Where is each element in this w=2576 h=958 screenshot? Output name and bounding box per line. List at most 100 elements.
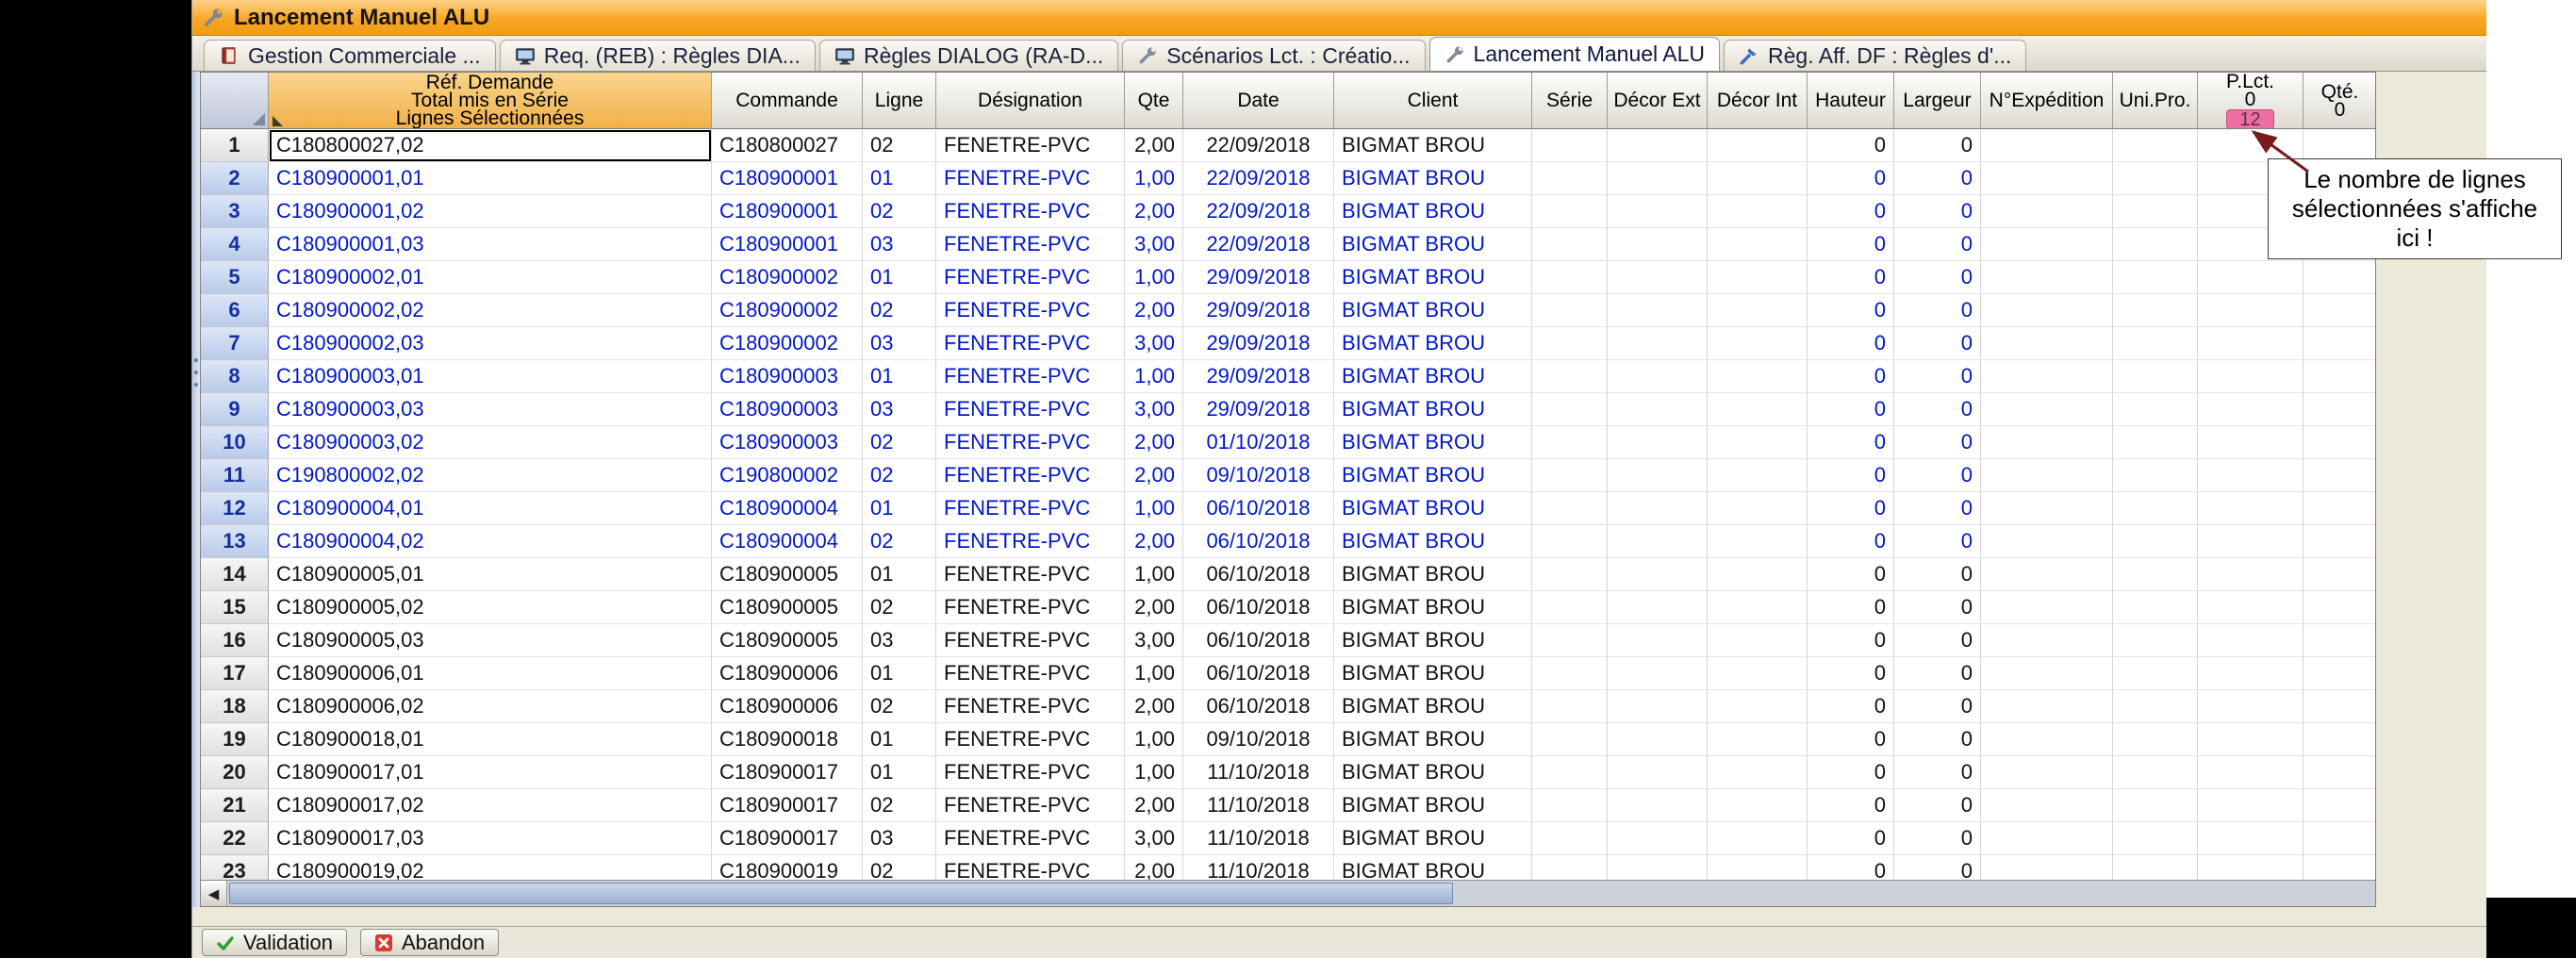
cell-commande[interactable]: C180900006: [712, 657, 863, 690]
cell-designation[interactable]: FENETRE-PVC: [936, 459, 1125, 492]
cell-largeur[interactable]: 0: [1894, 855, 1981, 880]
cell-ref[interactable]: C180900002,02: [269, 294, 712, 327]
cell-plct[interactable]: [2198, 393, 2304, 426]
cell-largeur[interactable]: 0: [1894, 459, 1981, 492]
cell-commande[interactable]: C180900003: [712, 360, 863, 393]
cell-unipro[interactable]: [2113, 327, 2198, 360]
cell-qte_lct[interactable]: [2304, 327, 2375, 360]
cell-serie[interactable]: [1532, 162, 1608, 195]
cell-qte[interactable]: 2,00: [1125, 195, 1183, 228]
cell-qte[interactable]: 1,00: [1125, 558, 1183, 591]
grid-row-17[interactable]: 17C180900006,01C18090000601FENETRE-PVC1,…: [201, 657, 2375, 690]
cell-designation[interactable]: FENETRE-PVC: [936, 327, 1125, 360]
cell-plct[interactable]: [2198, 822, 2304, 855]
grid-row-18[interactable]: 18C180900006,02C18090000602FENETRE-PVC2,…: [201, 690, 2375, 723]
cell-plct[interactable]: [2198, 591, 2304, 624]
cell-hauteur[interactable]: 0: [1808, 822, 1894, 855]
cell-serie[interactable]: [1532, 855, 1608, 880]
cell-designation[interactable]: FENETRE-PVC: [936, 591, 1125, 624]
row-number[interactable]: 21: [201, 789, 269, 822]
cell-qte[interactable]: 1,00: [1125, 756, 1183, 789]
cell-qte[interactable]: 1,00: [1125, 492, 1183, 525]
cell-client[interactable]: BIGMAT BROU: [1334, 822, 1532, 855]
cell-hauteur[interactable]: 0: [1808, 492, 1894, 525]
cell-unipro[interactable]: [2113, 228, 2198, 261]
cell-plct[interactable]: [2198, 525, 2304, 558]
cell-plct[interactable]: [2198, 492, 2304, 525]
cell-unipro[interactable]: [2113, 393, 2198, 426]
cell-hauteur[interactable]: 0: [1808, 129, 1894, 162]
col-header-largeur[interactable]: Largeur: [1894, 73, 1981, 129]
cell-serie[interactable]: [1532, 195, 1608, 228]
cell-hauteur[interactable]: 0: [1808, 294, 1894, 327]
cell-date[interactable]: 29/09/2018: [1183, 393, 1334, 426]
cell-hauteur[interactable]: 0: [1808, 459, 1894, 492]
grid-row-14[interactable]: 14C180900005,01C18090000501FENETRE-PVC1,…: [201, 558, 2375, 591]
cell-decor_int[interactable]: [1708, 723, 1808, 756]
cell-unipro[interactable]: [2113, 525, 2198, 558]
cell-serie[interactable]: [1532, 294, 1608, 327]
col-header-ligne[interactable]: Ligne: [863, 73, 936, 129]
scrollbar-thumb[interactable]: [229, 883, 1453, 904]
cell-nexp[interactable]: [1981, 591, 2113, 624]
cell-unipro[interactable]: [2113, 624, 2198, 657]
grid-row-15[interactable]: 15C180900005,02C18090000502FENETRE-PVC2,…: [201, 591, 2375, 624]
cell-ligne[interactable]: 01: [863, 261, 936, 294]
cell-decor_int[interactable]: [1708, 459, 1808, 492]
cell-decor_int[interactable]: [1708, 558, 1808, 591]
cell-date[interactable]: 06/10/2018: [1183, 492, 1334, 525]
cell-ref[interactable]: C180900003,02: [269, 426, 712, 459]
cell-nexp[interactable]: [1981, 855, 2113, 880]
cell-decor_int[interactable]: [1708, 162, 1808, 195]
cell-largeur[interactable]: 0: [1894, 822, 1981, 855]
grid-row-23[interactable]: 23C180900019,02C18090001902FENETRE-PVC2,…: [201, 855, 2375, 880]
cell-qte_lct[interactable]: [2304, 822, 2375, 855]
grid-row-5[interactable]: 5C180900002,01C18090000201FENETRE-PVC1,0…: [201, 261, 2375, 294]
cell-serie[interactable]: [1532, 657, 1608, 690]
cell-decor_ext[interactable]: [1608, 558, 1708, 591]
cell-ligne[interactable]: 03: [863, 393, 936, 426]
splitter-handle[interactable]: [193, 335, 198, 410]
cell-nexp[interactable]: [1981, 756, 2113, 789]
cell-decor_ext[interactable]: [1608, 162, 1708, 195]
cell-plct[interactable]: [2198, 261, 2304, 294]
col-header-hauteur[interactable]: Hauteur: [1808, 73, 1894, 129]
cell-qte_lct[interactable]: [2304, 393, 2375, 426]
cell-ref[interactable]: C180900017,01: [269, 756, 712, 789]
cell-decor_ext[interactable]: [1608, 393, 1708, 426]
cell-ref[interactable]: C190800002,02: [269, 459, 712, 492]
cell-designation[interactable]: FENETRE-PVC: [936, 756, 1125, 789]
cell-designation[interactable]: FENETRE-PVC: [936, 789, 1125, 822]
cell-commande[interactable]: C180900005: [712, 558, 863, 591]
cell-qte[interactable]: 2,00: [1125, 690, 1183, 723]
cell-decor_int[interactable]: [1708, 624, 1808, 657]
row-number[interactable]: 16: [201, 624, 269, 657]
grid-row-22[interactable]: 22C180900017,03C18090001703FENETRE-PVC3,…: [201, 822, 2375, 855]
cell-decor_int[interactable]: [1708, 195, 1808, 228]
row-number[interactable]: 9: [201, 393, 269, 426]
cell-qte[interactable]: 2,00: [1125, 426, 1183, 459]
cell-hauteur[interactable]: 0: [1808, 789, 1894, 822]
cell-plct[interactable]: [2198, 723, 2304, 756]
cell-unipro[interactable]: [2113, 261, 2198, 294]
cell-hauteur[interactable]: 0: [1808, 228, 1894, 261]
cell-ligne[interactable]: 01: [863, 492, 936, 525]
cell-designation[interactable]: FENETRE-PVC: [936, 426, 1125, 459]
cell-decor_int[interactable]: [1708, 228, 1808, 261]
cell-serie[interactable]: [1532, 822, 1608, 855]
grid-row-20[interactable]: 20C180900017,01C18090001701FENETRE-PVC1,…: [201, 756, 2375, 789]
cell-client[interactable]: BIGMAT BROU: [1334, 723, 1532, 756]
cell-serie[interactable]: [1532, 723, 1608, 756]
cell-hauteur[interactable]: 0: [1808, 657, 1894, 690]
cell-decor_int[interactable]: [1708, 492, 1808, 525]
cell-decor_ext[interactable]: [1608, 261, 1708, 294]
row-number[interactable]: 22: [201, 822, 269, 855]
cell-designation[interactable]: FENETRE-PVC: [936, 822, 1125, 855]
row-number[interactable]: 12: [201, 492, 269, 525]
row-number[interactable]: 5: [201, 261, 269, 294]
cell-ligne[interactable]: 02: [863, 129, 936, 162]
cell-qte[interactable]: 2,00: [1125, 591, 1183, 624]
cell-date[interactable]: 22/09/2018: [1183, 195, 1334, 228]
cell-designation[interactable]: FENETRE-PVC: [936, 657, 1125, 690]
cell-qte[interactable]: 2,00: [1125, 789, 1183, 822]
